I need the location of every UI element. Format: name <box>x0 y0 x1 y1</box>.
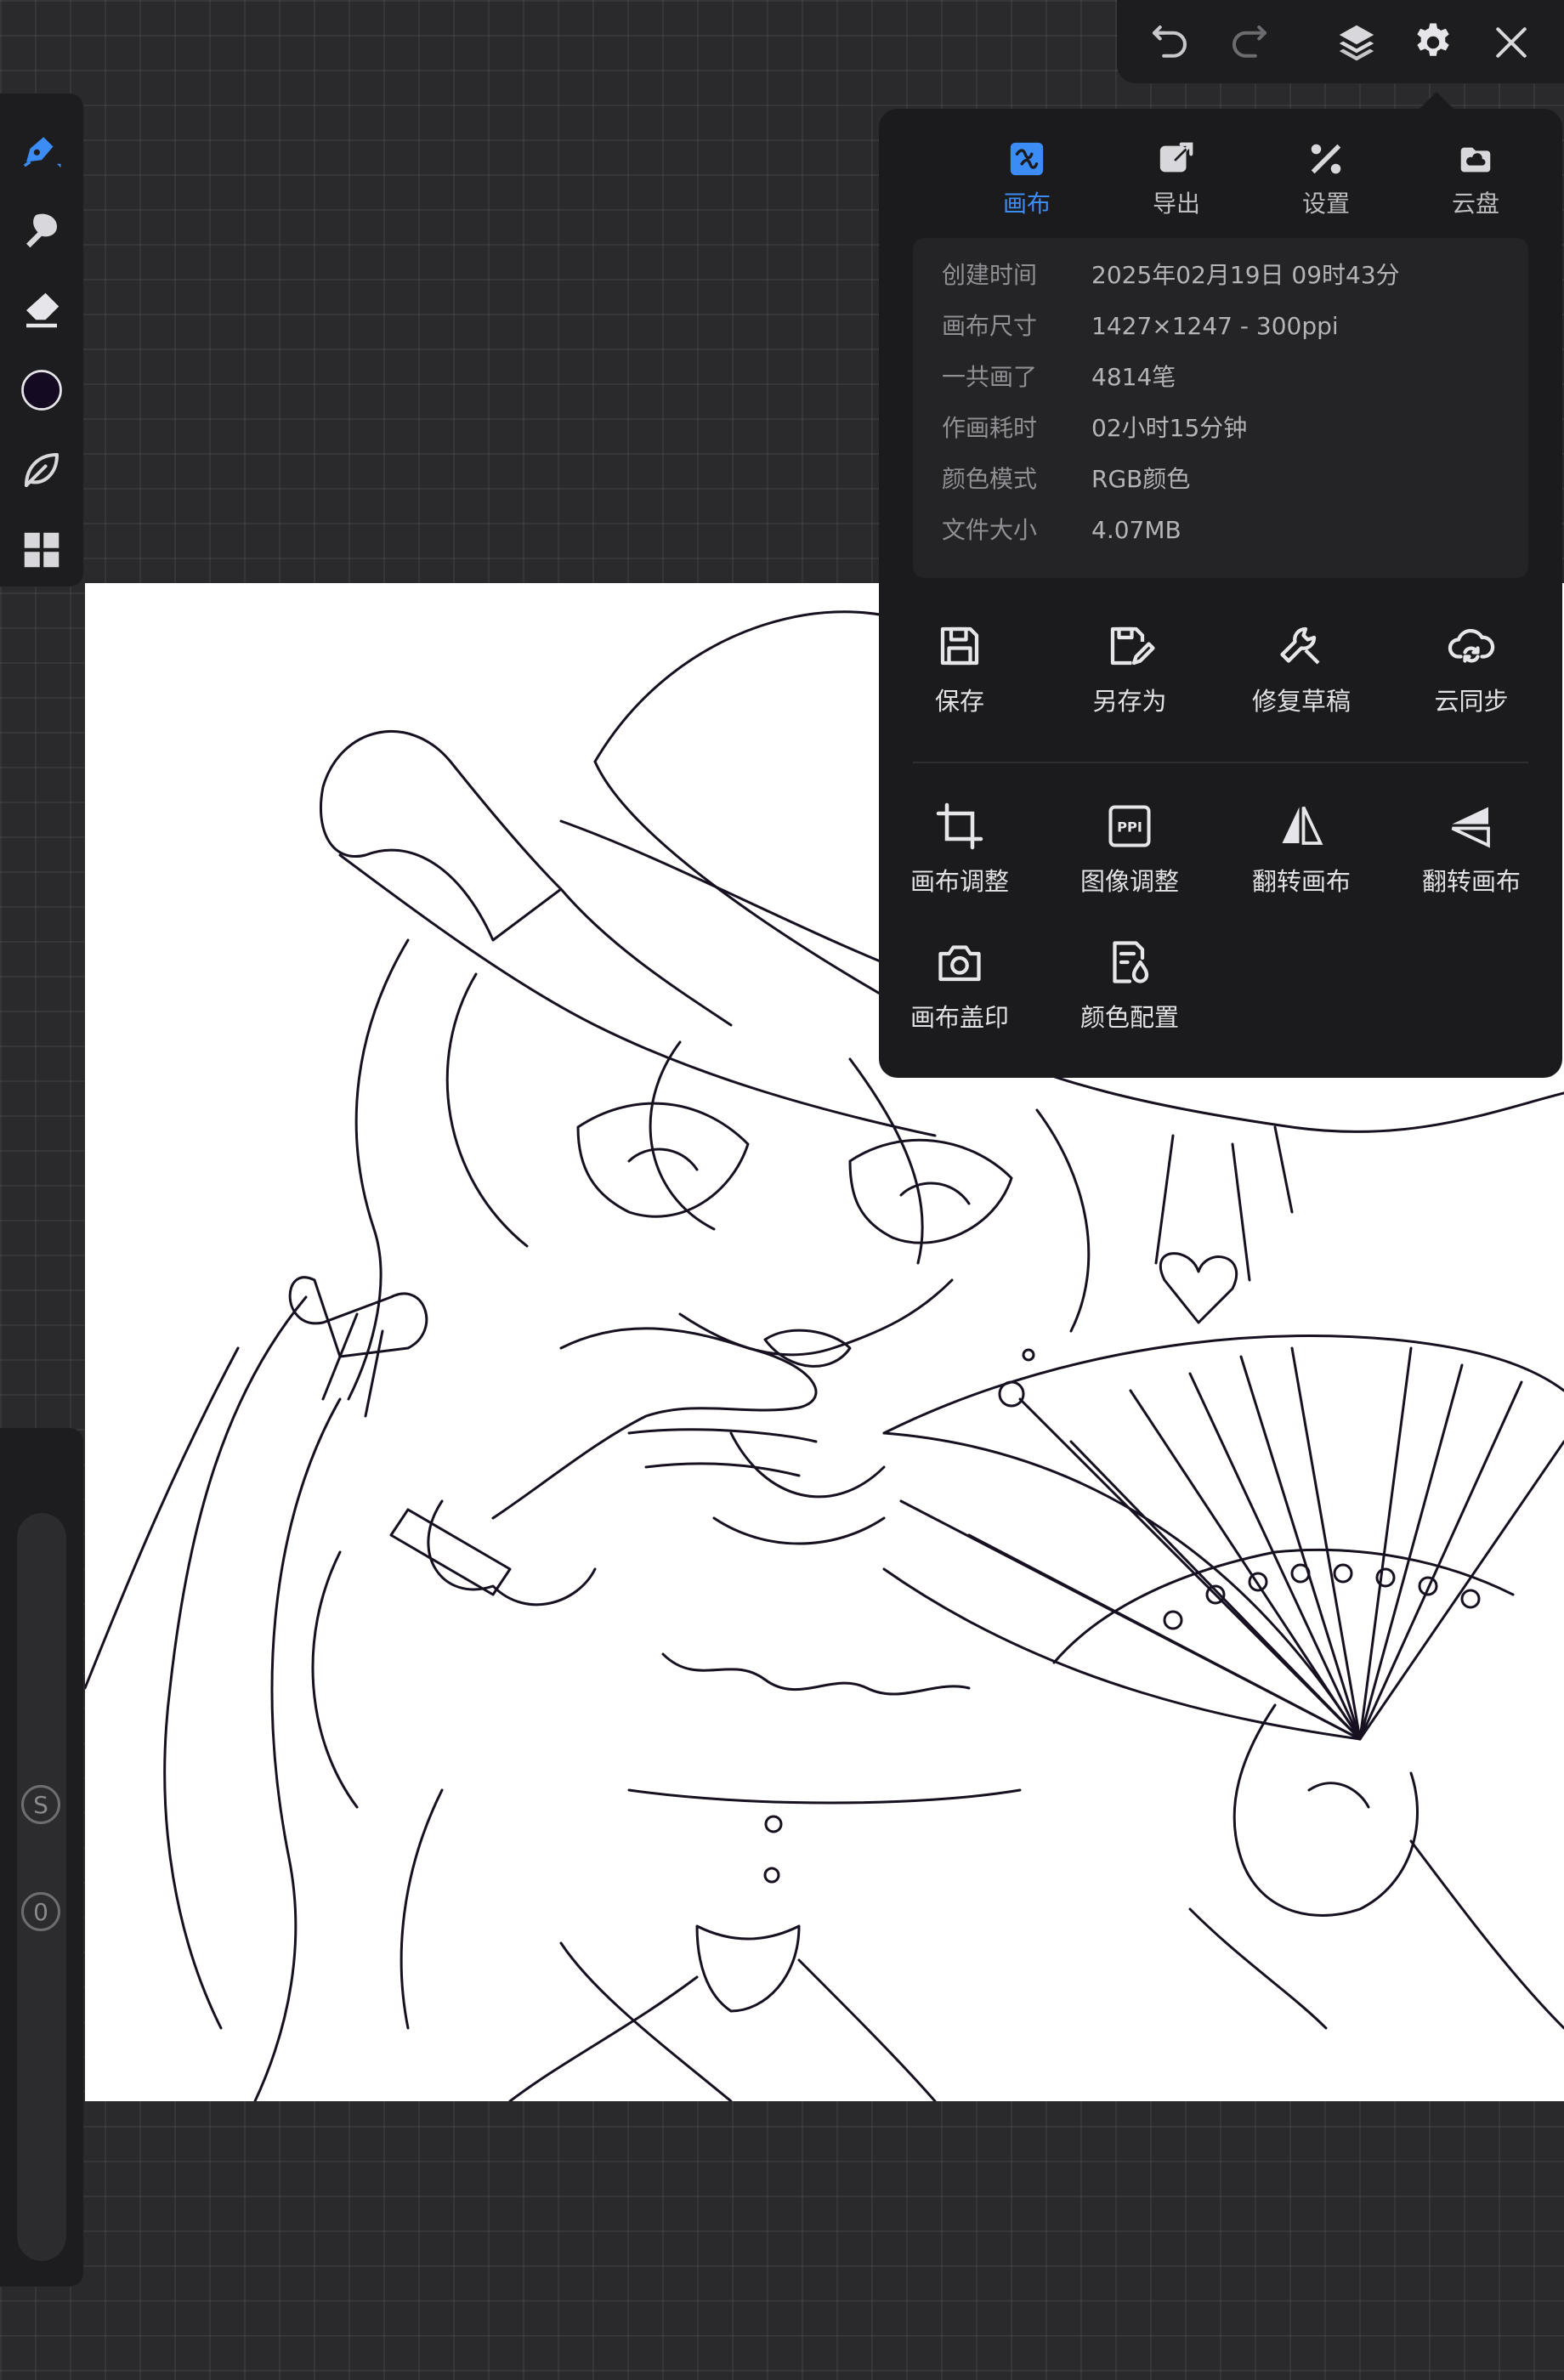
action-label: 图像调整 <box>1080 867 1179 896</box>
color-profile-button[interactable]: 颜色配置 <box>1049 926 1210 1054</box>
info-value: 02小时15分钟 <box>1091 414 1248 442</box>
panel-caret <box>1418 92 1455 110</box>
action-label: 颜色配置 <box>1080 1003 1179 1032</box>
tab-settings[interactable]: 设置 <box>1266 128 1386 230</box>
canvas-adjust-button[interactable]: 画布调整 <box>879 790 1040 918</box>
action-label: 保存 <box>934 687 984 716</box>
tab-cloud-drive[interactable]: 云盘 <box>1416 128 1535 230</box>
save-button[interactable]: 保存 <box>879 610 1040 738</box>
tab-label: 设置 <box>1301 190 1350 218</box>
panel-tabs: 画布 导出 设置 云盘 <box>879 128 1562 230</box>
info-value: 2025年02月19日 09时43分 <box>1091 261 1400 289</box>
save-icon <box>940 626 979 666</box>
wrench-icon <box>1280 626 1320 665</box>
info-label: 文件大小 <box>942 516 1038 544</box>
tab-export[interactable]: 导出 <box>1117 128 1236 230</box>
left-toolbar <box>0 94 83 586</box>
settings-tools-icon <box>1311 144 1341 174</box>
action-label: 画布盖印 <box>910 1003 1009 1032</box>
export-icon <box>1159 142 1193 173</box>
tab-label: 云盘 <box>1451 190 1499 218</box>
layers-icon[interactable] <box>1326 12 1387 73</box>
flip-canvas-horizontal-button[interactable]: 翻转画布 <box>1221 790 1382 918</box>
action-label: 画布调整 <box>910 867 1009 896</box>
flip-horizontal-icon <box>1282 806 1323 845</box>
color-swatch[interactable] <box>14 362 70 418</box>
ppi-icon-text: PPI <box>1117 819 1142 835</box>
s-button[interactable]: S <box>21 1785 60 1824</box>
grid-menu-icon[interactable] <box>14 522 70 578</box>
crop-icon <box>936 802 983 850</box>
cloud-drive-icon <box>1460 147 1491 173</box>
divider <box>913 762 1528 763</box>
canvas-panel: 画布 导出 设置 云盘 创建时间 2025年02月19日 09时43分 画布尺寸… <box>879 109 1562 1078</box>
action-label: 修复草稿 <box>1251 687 1351 716</box>
brush-size-slider[interactable] <box>17 1513 66 2261</box>
info-label: 创建时间 <box>942 261 1038 289</box>
color-profile-icon <box>1113 941 1149 983</box>
eraser-icon[interactable] <box>14 282 70 338</box>
ppi-icon: PPI <box>1108 805 1151 847</box>
leaf-brush-icon[interactable] <box>14 442 70 498</box>
left-rail: S 0 <box>0 1428 83 2286</box>
info-label: 画布尺寸 <box>942 312 1038 340</box>
tab-label: 导出 <box>1152 190 1200 218</box>
smudge-icon[interactable] <box>14 202 70 258</box>
pen-icon[interactable] <box>14 122 70 178</box>
repair-draft-button[interactable]: 修复草稿 <box>1221 610 1382 738</box>
save-as-button[interactable]: 另存为 <box>1049 610 1210 738</box>
image-adjust-button[interactable]: PPI 图像调整 <box>1049 790 1210 918</box>
action-label: 云同步 <box>1434 687 1509 716</box>
info-value: 4814笔 <box>1091 363 1176 391</box>
info-label: 作画耗时 <box>942 414 1038 442</box>
cloud-sync-icon <box>1448 628 1495 663</box>
cloud-sync-button[interactable]: 云同步 <box>1391 610 1552 738</box>
flip-vertical-icon <box>1451 807 1490 848</box>
canvas-stamp-button[interactable]: 画布盖印 <box>879 926 1040 1054</box>
action-label: 翻转画布 <box>1421 867 1521 896</box>
gear-icon[interactable] <box>1402 12 1464 73</box>
info-label: 一共画了 <box>942 363 1038 391</box>
top-bar <box>1117 0 1564 83</box>
flip-canvas-vertical-button[interactable]: 翻转画布 <box>1391 790 1552 918</box>
info-value: RGB颜色 <box>1091 465 1191 493</box>
action-label: 另存为 <box>1092 687 1167 716</box>
redo-icon[interactable] <box>1219 12 1280 73</box>
camera-stamp-icon <box>938 945 981 982</box>
action-label: 翻转画布 <box>1251 867 1351 896</box>
tab-label: 画布 <box>1002 190 1051 218</box>
info-value: 1427×1247 - 300ppi <box>1091 312 1339 340</box>
info-label: 颜色模式 <box>942 465 1038 493</box>
info-value: 4.07MB <box>1091 516 1182 544</box>
canvas-tab-icon <box>1010 142 1044 176</box>
close-icon[interactable] <box>1481 12 1542 73</box>
canvas-info: 创建时间 2025年02月19日 09时43分 画布尺寸 1427×1247 -… <box>913 238 1528 578</box>
tab-canvas[interactable]: 画布 <box>967 128 1086 230</box>
zero-button[interactable]: 0 <box>21 1892 60 1931</box>
save-as-icon <box>1110 626 1155 666</box>
undo-icon[interactable] <box>1139 12 1200 73</box>
